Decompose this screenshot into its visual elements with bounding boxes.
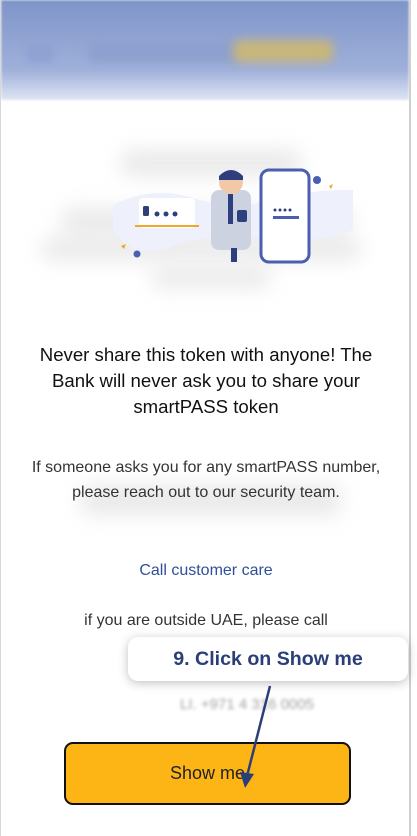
menu-icon[interactable]: [27, 42, 53, 62]
step-annotation-callout: 9. Click on Show me: [128, 637, 408, 681]
call-customer-care-link[interactable]: Call customer care: [31, 560, 381, 582]
security-warning-body: If someone asks you for any smartPASS nu…: [31, 459, 381, 501]
show-me-button[interactable]: Show me: [64, 742, 351, 805]
brand-logo: [89, 40, 239, 62]
brand-logo-accent: [233, 40, 333, 62]
app-screen: Never share this token with anyone! The …: [0, 0, 411, 836]
phone-number-text[interactable]: LI. +971 4 316 0005: [147, 695, 347, 715]
security-warning-headline: Never share this token with anyone! The …: [39, 344, 373, 417]
blurred-background-text: [151, 268, 271, 288]
show-me-button-label: Show me: [169, 763, 246, 783]
step-annotation-label: 9. Click on Show me: [173, 647, 363, 670]
token-illustration-icon: [113, 168, 353, 264]
outside-uae-text: if you are outside UAE, please call: [84, 612, 328, 629]
